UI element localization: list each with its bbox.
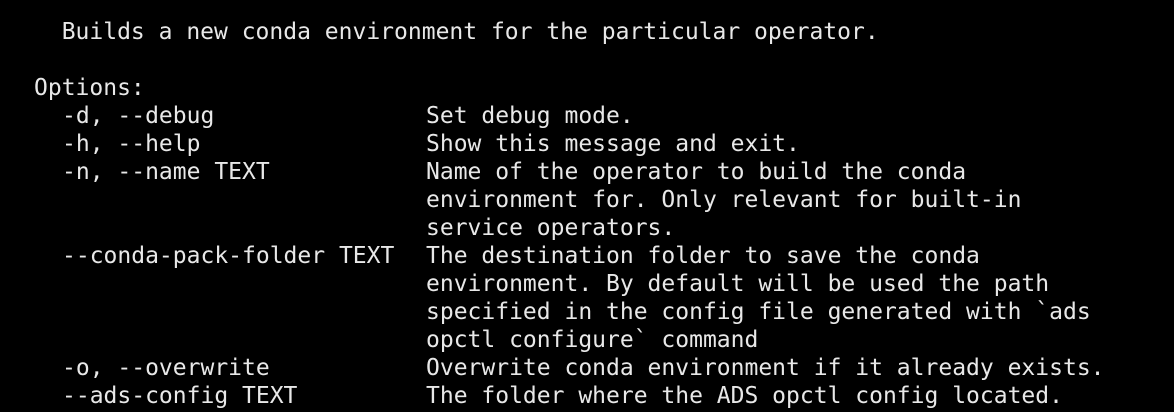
option-flag-help: -h, --help [62,131,201,157]
option-flag-debug: -d, --debug [62,103,215,129]
command-description: Builds a new conda environment for the p… [34,19,879,45]
option-help-conda-pack-folder-line-1: The destination folder to save the conda [426,243,980,269]
option-help-name-line-3: service operators. [426,215,676,241]
options-header: Options: [34,75,145,101]
option-help-conda-pack-folder-line-2: environment. By default will be used the… [426,271,1050,297]
option-help-conda-pack-folder-line-4: opctl configure` command [426,327,759,353]
option-flag-ads-config: --ads-config TEXT [62,383,298,409]
terminal-window: Builds a new conda environment for the p… [0,0,1174,412]
option-help-ads-config-line-1: The folder where the ADS opctl config lo… [426,383,1063,409]
option-help-overwrite-line-1: Overwrite conda environment if it alread… [426,355,1105,381]
option-flag-conda-pack-folder: --conda-pack-folder TEXT [62,243,395,269]
option-help-debug-line-1: Set debug mode. [426,103,634,129]
option-help-help-line-1: Show this message and exit. [426,131,800,157]
option-flag-name: -n, --name TEXT [62,159,270,185]
option-help-conda-pack-folder-line-3: specified in the config file generated w… [426,299,1091,325]
option-help-name-line-2: environment for. Only relevant for built… [426,187,1022,213]
option-flag-overwrite: -o, --overwrite [62,355,270,381]
option-help-name-line-1: Name of the operator to build the conda [426,159,967,185]
